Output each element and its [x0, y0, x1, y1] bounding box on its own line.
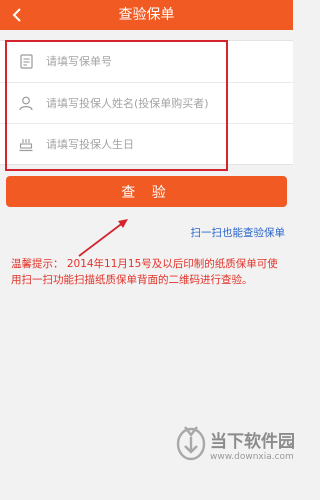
tip-text: 温馨提示： 2014年11月15号及以后印制的纸质保单可使用扫一扫功能扫描纸质保… — [11, 258, 278, 286]
watermark-name: 当下软件园 — [210, 432, 295, 452]
watermark-logo: 当下软件园 www.downxia.com — [176, 421, 295, 475]
watermark-url: www.downxia.com — [210, 452, 294, 462]
downxia-logo-icon — [176, 426, 206, 461]
